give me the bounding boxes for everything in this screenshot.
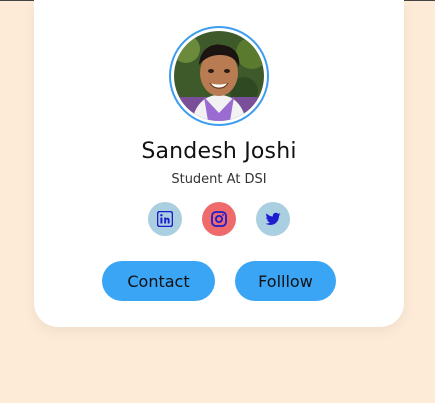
twitter-link[interactable] [256, 202, 290, 236]
instagram-link[interactable] [202, 202, 236, 236]
linkedin-icon [157, 211, 173, 227]
avatar-image [174, 31, 264, 121]
twitter-icon [265, 212, 281, 225]
social-links [34, 202, 404, 236]
linkedin-link[interactable] [148, 202, 182, 236]
instagram-icon [211, 211, 227, 227]
avatar-ring [169, 26, 269, 126]
contact-button[interactable]: Contact [102, 261, 215, 301]
follow-button[interactable]: Folllow [235, 261, 336, 301]
profile-name: Sandesh Joshi [141, 139, 297, 164]
profile-card: Sandesh Joshi Student At DSI Contact Fol… [34, 0, 404, 327]
profile-role: Student At DSI [171, 172, 267, 187]
avatar [174, 31, 264, 121]
